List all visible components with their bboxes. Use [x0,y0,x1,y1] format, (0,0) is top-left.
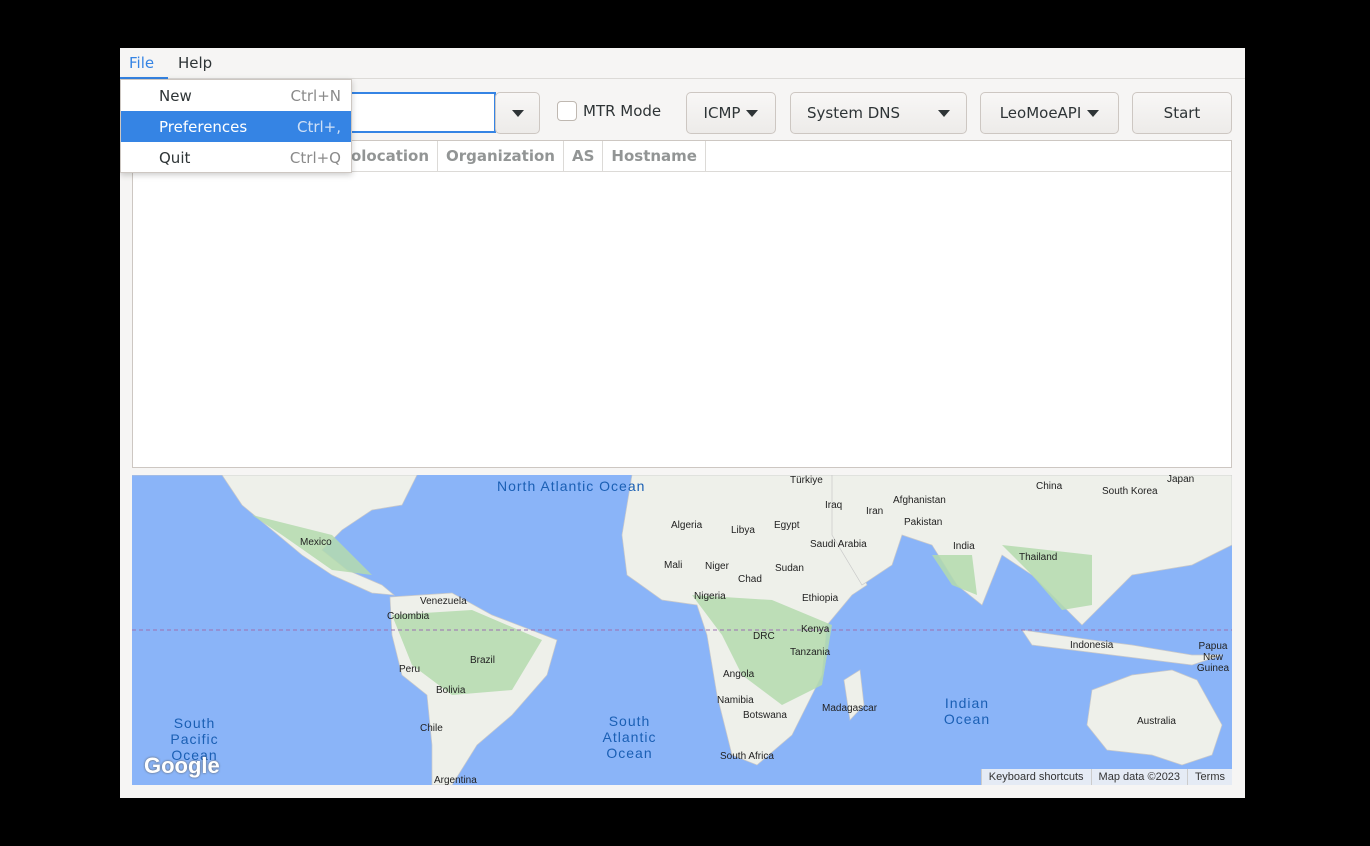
ocean-label: Indian Ocean [943,695,991,727]
protocol-dropdown[interactable]: ICMP [686,92,776,134]
ocean-label: North Atlantic Ocean [497,478,646,494]
chevron-down-icon [1087,109,1100,117]
api-dropdown[interactable]: LeoMoeAPI [980,92,1119,134]
map-label: Iraq [825,500,843,511]
map-label: Niger [705,561,729,572]
protocol-value: ICMP [703,104,741,122]
map-label: Egypt [774,520,800,531]
map-label: Mali [664,560,683,571]
menu-item-label: Quit [159,148,191,167]
mtr-mode-checkbox[interactable]: MTR Mode [557,101,661,121]
keyboard-shortcuts-link[interactable]: Keyboard shortcuts [980,769,1091,785]
menu-item-label: New [159,86,192,105]
map-label: Saudi Arabia [810,539,867,550]
map-label: Chile [420,723,443,734]
map-label: Sudan [775,563,804,574]
menu-item-accel: Ctrl+Q [289,148,341,167]
map-label: South Africa [720,751,774,762]
map-label: Indonesia [1070,640,1114,651]
menu-item-accel: Ctrl+, [296,117,341,136]
map-label: Thailand [1019,552,1058,563]
chevron-down-icon [746,109,759,117]
map-label: Tanzania [790,647,831,658]
menu-item-new[interactable]: New Ctrl+N [121,80,351,111]
checkbox-box[interactable] [557,101,577,121]
map-label: Botswana [743,710,787,721]
map-label: Ethiopia [802,593,839,604]
map-label: Bolivia [436,685,466,696]
menu-item-preferences[interactable]: Preferences Ctrl+, [121,111,351,142]
map-label: DRC [753,631,775,642]
map-label: Colombia [387,611,430,622]
mtr-label: MTR Mode [583,102,662,120]
map-label: South Korea [1102,486,1158,497]
column-organization[interactable]: Organization [438,141,564,171]
start-button[interactable]: Start [1132,92,1232,134]
target-input[interactable] [350,92,496,133]
map-label: Mexico [300,537,332,548]
ocean-label: South Atlantic Ocean [602,713,657,761]
menu-item-accel: Ctrl+N [290,86,341,105]
map-label: Iran [866,506,884,517]
menu-help[interactable]: Help [178,54,212,72]
map-label: Namibia [717,695,754,706]
map-label: Venezuela [420,596,467,607]
world-map[interactable]: North Atlantic Ocean South Atlantic Ocea… [132,475,1232,785]
map-label: Algeria [671,520,703,531]
menu-file[interactable]: File [129,54,154,72]
menu-item-label: Preferences [159,117,248,136]
map-label: Nigeria [694,591,726,602]
map-label: Afghanistan [893,495,946,506]
map-label: India [953,541,975,552]
map-label: Madagascar [822,703,878,714]
column-as[interactable]: AS [564,141,604,171]
map-label: Papua New Guinea [1196,641,1230,674]
file-menu-popup: New Ctrl+N Preferences Ctrl+, Quit Ctrl+Q [120,79,352,173]
map-label: Chad [738,574,762,585]
map-label: Angola [723,669,755,680]
column-hostname[interactable]: Hostname [603,141,706,171]
google-logo: Google [144,753,220,778]
dns-dropdown[interactable]: System DNS [790,92,967,134]
map-label: Argentina [434,775,477,785]
dns-value: System DNS [807,104,900,122]
map-label: Peru [399,664,421,675]
map-label: Pakistan [904,517,943,528]
chevron-down-icon [511,109,524,117]
map-attribution: Keyboard shortcuts Map data ©2023 Terms [980,769,1232,785]
target-history-dropdown[interactable] [495,92,540,134]
map-label: Libya [731,525,755,536]
chevron-down-icon [938,109,950,117]
map-label: China [1036,481,1063,492]
map-label: Kenya [801,624,830,635]
map-label: Australia [1137,716,1176,727]
api-value: LeoMoeAPI [999,104,1082,122]
map-label: Japan [1167,475,1195,485]
results-table: Geolocation Organization AS Hostname [132,140,1232,468]
map-label: Brazil [470,655,496,666]
map-label: Türkiye [790,475,823,486]
terms-link[interactable]: Terms [1187,769,1232,785]
menu-item-quit[interactable]: Quit Ctrl+Q [121,142,351,173]
map-data-link[interactable]: Map data ©2023 [1090,769,1188,785]
menubar: File Help [120,48,1245,79]
